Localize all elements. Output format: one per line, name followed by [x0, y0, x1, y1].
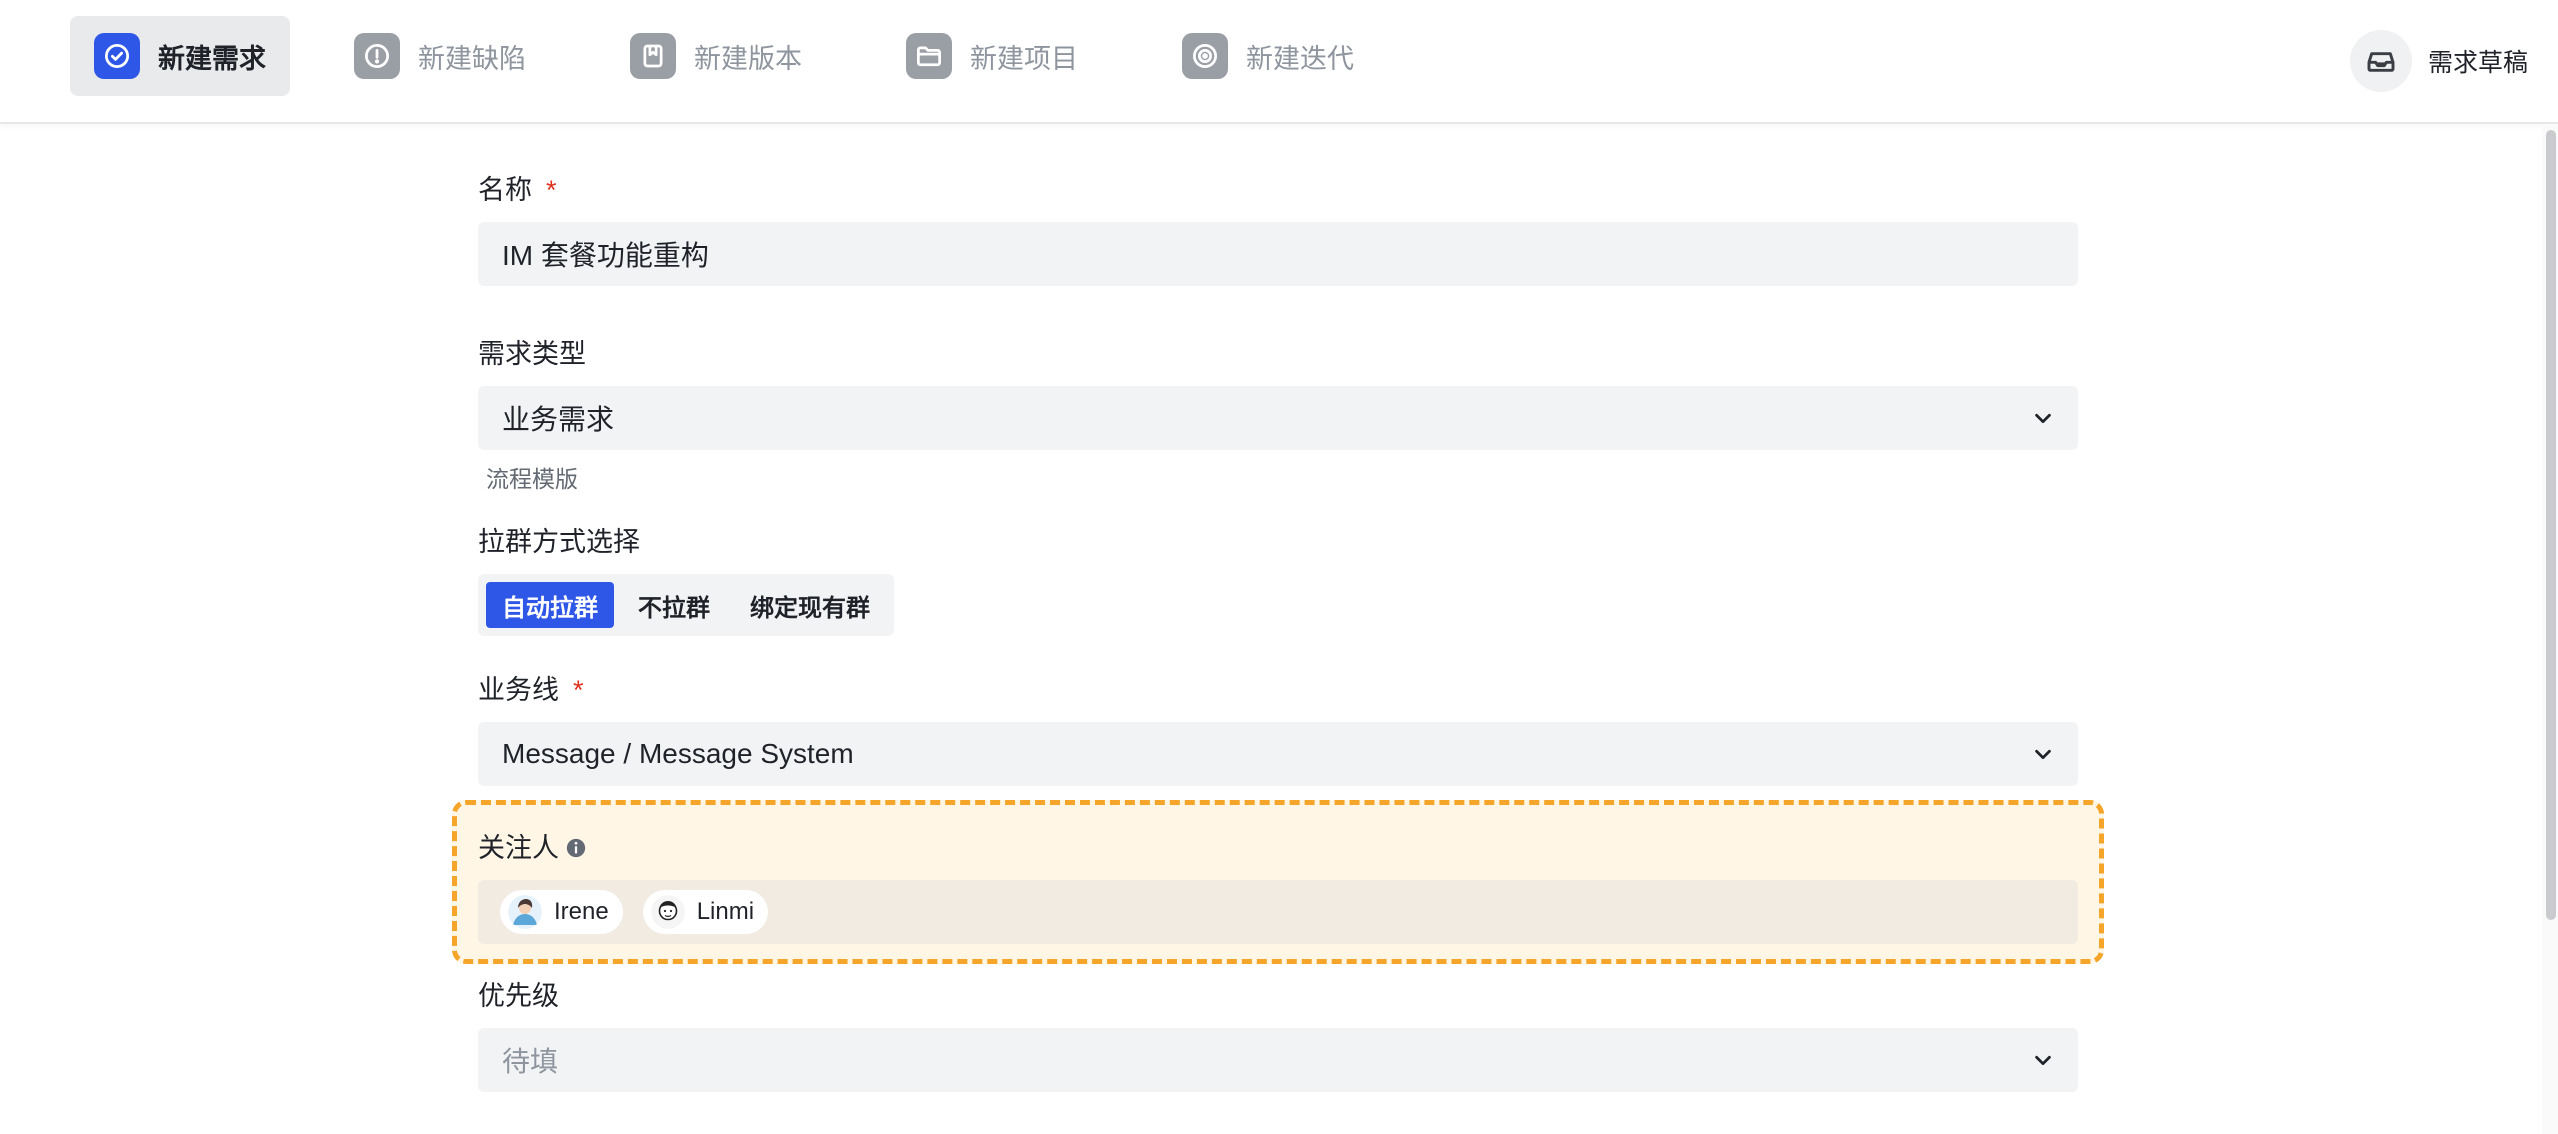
- required-mark: *: [546, 175, 557, 205]
- business-line-label: 业务线 *: [478, 670, 2078, 710]
- chevron-down-icon: [2032, 1049, 2054, 1071]
- watcher-chip[interactable]: Irene: [500, 890, 623, 934]
- scrollbar[interactable]: [2542, 124, 2558, 1134]
- option-no-group[interactable]: 不拉群: [622, 582, 726, 628]
- tab-label: 新建项目: [970, 43, 1078, 74]
- business-line-label-text: 业务线: [478, 675, 559, 705]
- watcher-name: Irene: [554, 898, 609, 925]
- scrollbar-thumb[interactable]: [2546, 130, 2556, 920]
- requirement-type-field: 需求类型 业务需求 流程模版: [478, 334, 2078, 494]
- name-label-text: 名称: [478, 175, 532, 205]
- name-input[interactable]: IM 套餐功能重构: [478, 222, 2078, 286]
- tab-label: 新建缺陷: [418, 43, 526, 74]
- requirement-type-label-text: 需求类型: [478, 339, 586, 369]
- create-tabs: 新建需求 新建缺陷 新建版本 新建项目 新建迭代: [70, 16, 1418, 96]
- folder-icon: [906, 33, 952, 79]
- target-icon: [1182, 33, 1228, 79]
- drafts-label: 需求草稿: [2427, 49, 2528, 77]
- tab-new-defect[interactable]: 新建缺陷: [330, 16, 550, 96]
- tab-new-requirement[interactable]: 新建需求: [70, 16, 290, 96]
- group-method-field: 拉群方式选择 自动拉群 不拉群 绑定现有群: [478, 522, 2078, 636]
- requirement-drafts-button[interactable]: 需求草稿: [2349, 30, 2528, 92]
- avatar: [650, 895, 685, 929]
- priority-field: 优先级 待填: [478, 976, 2078, 1092]
- group-method-segmented-control: 自动拉群 不拉群 绑定现有群: [478, 574, 894, 636]
- business-line-select[interactable]: Message / Message System: [478, 722, 2078, 786]
- watcher-name: Linmi: [696, 898, 755, 925]
- tab-label: 新建版本: [694, 43, 802, 74]
- watchers-label: 关注人: [478, 828, 2078, 868]
- bookmark-icon: [630, 33, 676, 79]
- business-line-value: Message / Message System: [502, 738, 854, 769]
- priority-label-text: 优先级: [478, 981, 559, 1011]
- requirement-type-label: 需求类型: [478, 334, 2078, 374]
- option-auto-create-group[interactable]: 自动拉群: [486, 582, 614, 628]
- name-label: 名称 *: [478, 170, 2078, 210]
- option-bind-existing-group[interactable]: 绑定现有群: [734, 582, 886, 628]
- priority-select[interactable]: 待填: [478, 1028, 2078, 1092]
- name-input-value: IM 套餐功能重构: [502, 240, 709, 271]
- tab-new-version[interactable]: 新建版本: [606, 16, 826, 96]
- inbox-icon: [2349, 30, 2412, 92]
- business-line-field: 业务线 * Message / Message System: [478, 670, 2078, 786]
- tab-new-iteration[interactable]: 新建迭代: [1158, 16, 1378, 96]
- tab-label: 新建需求: [158, 43, 266, 74]
- requirement-type-value: 业务需求: [502, 404, 615, 435]
- watcher-chip[interactable]: Linmi: [642, 890, 769, 934]
- create-requirement-form: 名称 * IM 套餐功能重构 需求类型 业务需求 流程模版 拉群方式选择 自动拉…: [452, 170, 2104, 1092]
- info-icon[interactable]: [565, 837, 587, 859]
- group-method-label-text: 拉群方式选择: [478, 527, 640, 557]
- watchers-input[interactable]: Irene Linmi: [478, 880, 2078, 944]
- top-tab-bar: 新建需求 新建缺陷 新建版本 新建项目 新建迭代 需求草稿: [0, 0, 2558, 124]
- chevron-down-icon: [2032, 743, 2054, 765]
- check-circle-icon: [94, 33, 140, 79]
- group-method-label: 拉群方式选择: [478, 522, 2078, 562]
- watchers-label-text: 关注人: [478, 833, 559, 863]
- avatar: [508, 895, 542, 929]
- watchers-field: 关注人 Irene Linmi: [452, 800, 2104, 964]
- required-mark: *: [573, 675, 584, 705]
- workflow-template-hint: 流程模版: [486, 466, 578, 492]
- name-field: 名称 * IM 套餐功能重构: [478, 170, 2078, 286]
- alert-circle-icon: [354, 33, 400, 79]
- tab-new-project[interactable]: 新建项目: [882, 16, 1102, 96]
- priority-label: 优先级: [478, 976, 2078, 1016]
- priority-placeholder: 待填: [502, 1046, 559, 1077]
- chevron-down-icon: [2032, 407, 2054, 429]
- tab-label: 新建迭代: [1246, 43, 1354, 74]
- requirement-type-select[interactable]: 业务需求: [478, 386, 2078, 450]
